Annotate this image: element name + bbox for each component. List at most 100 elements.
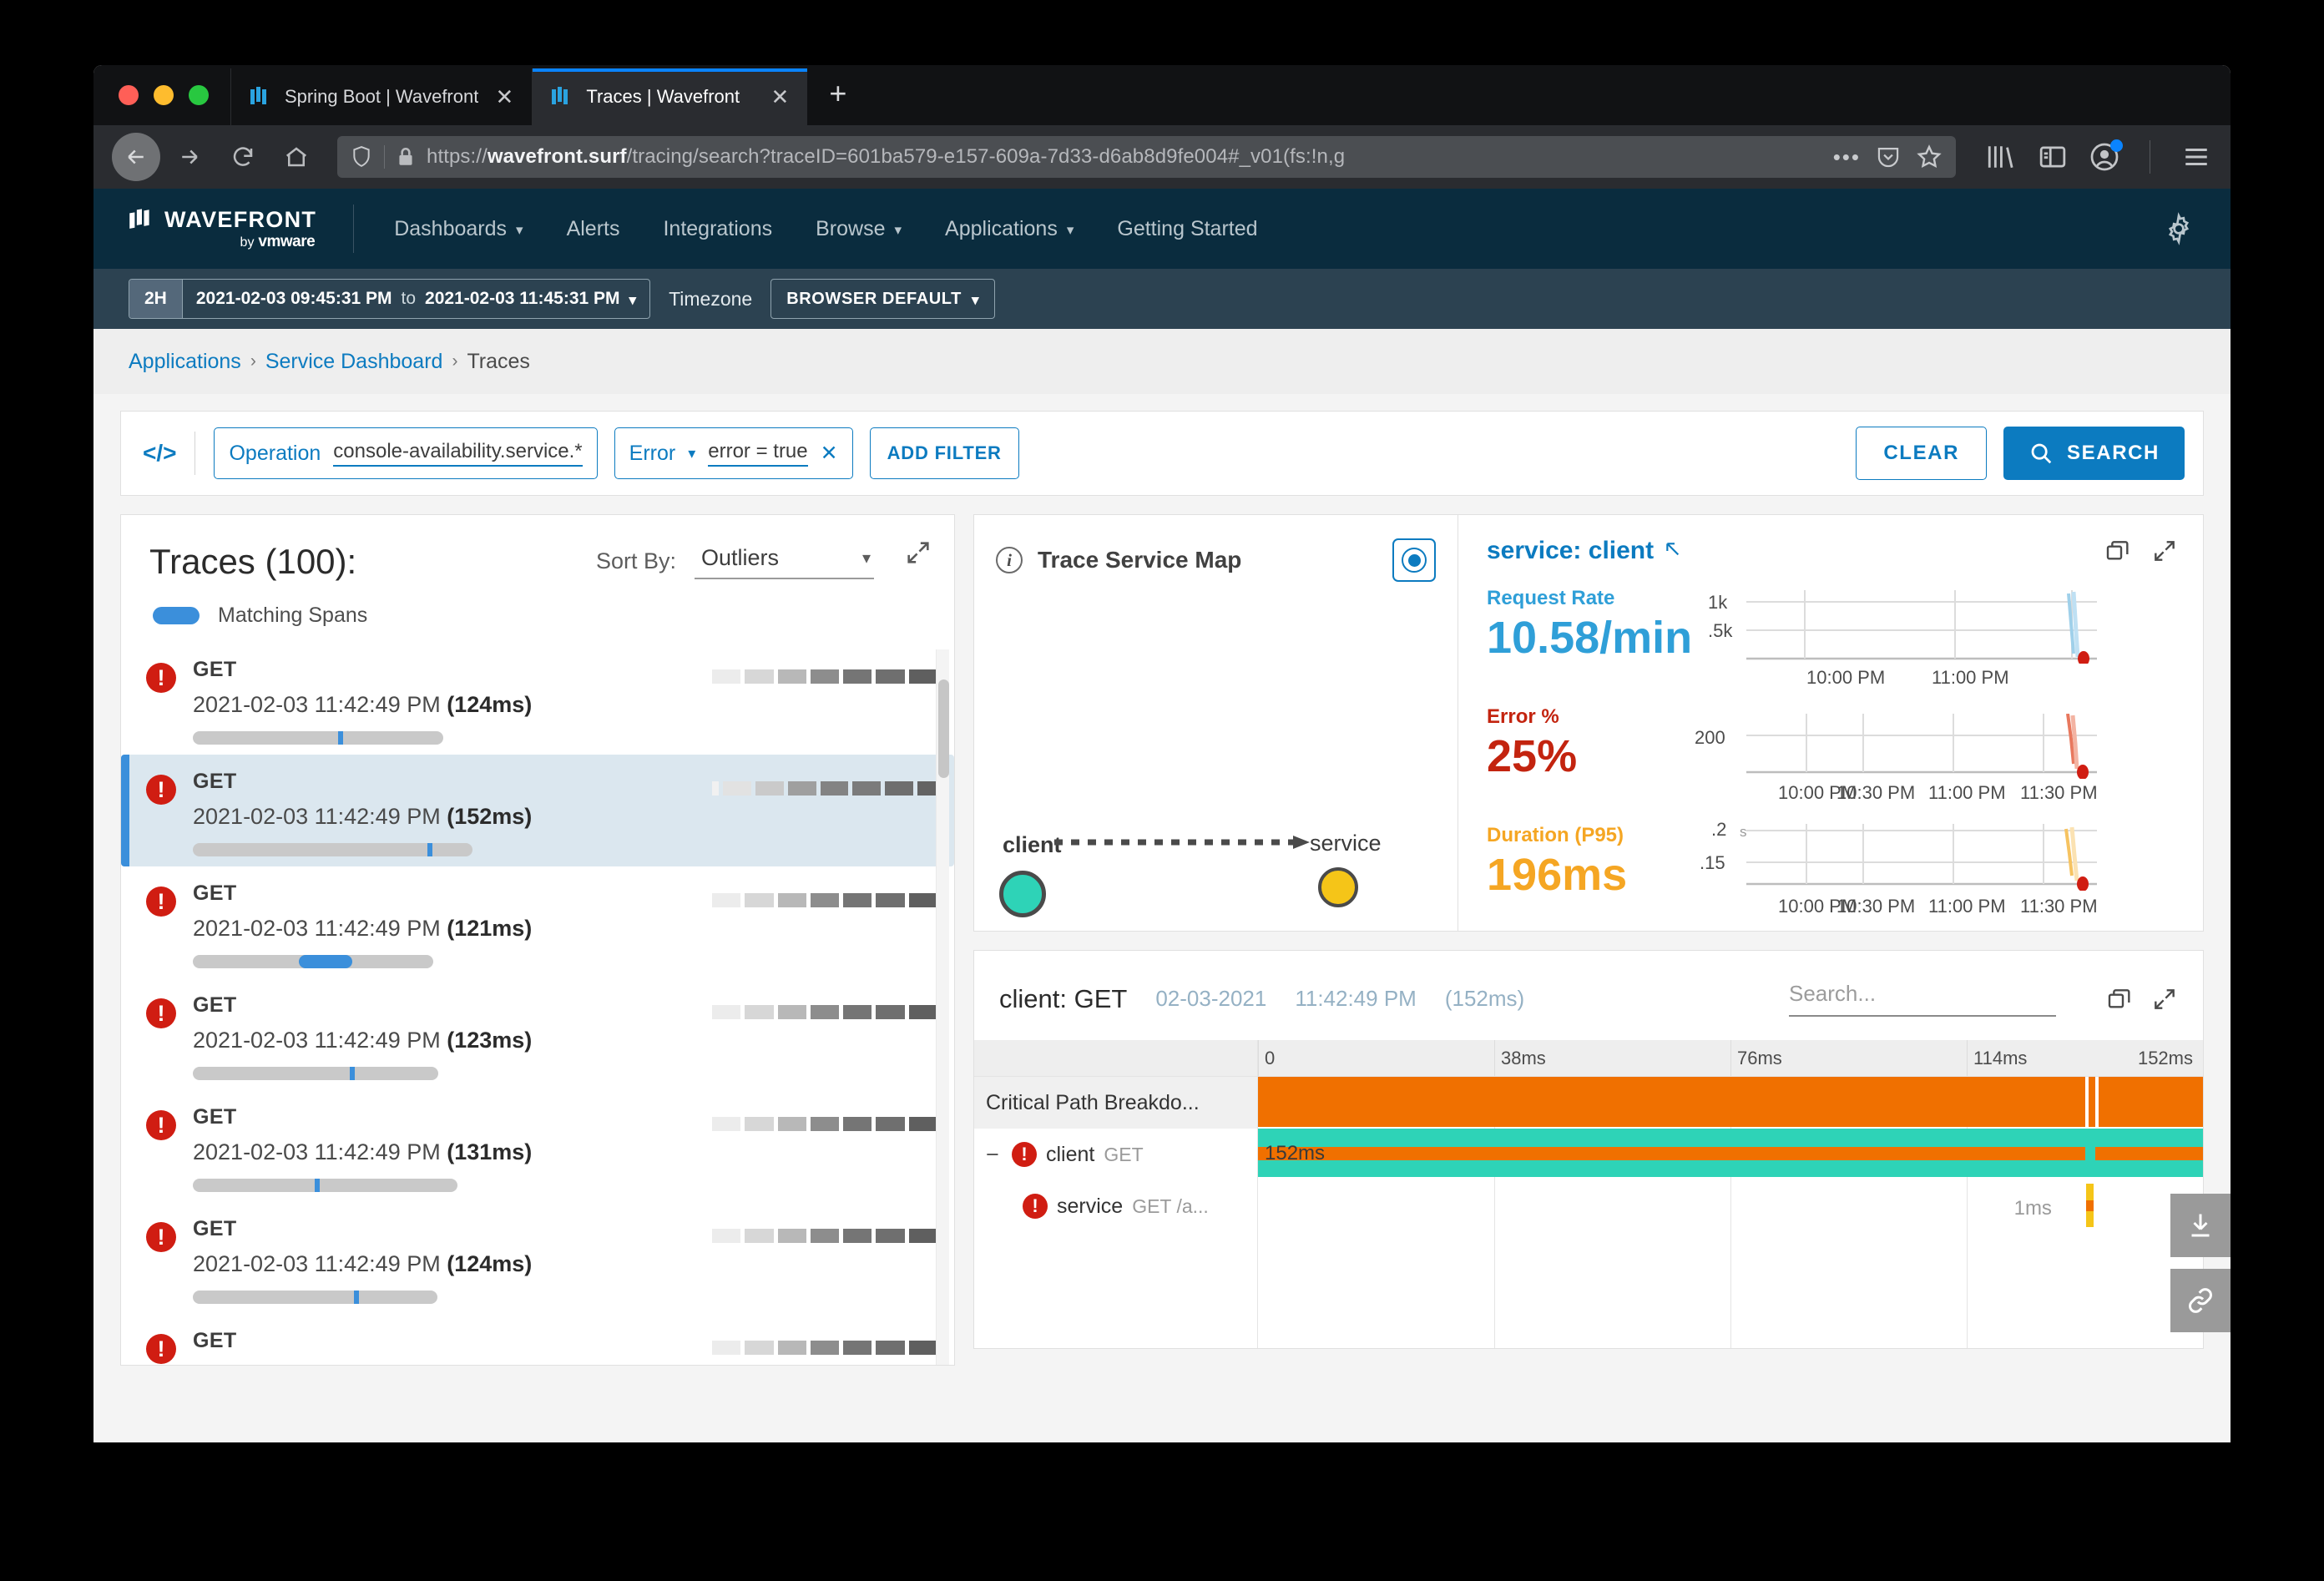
nav-item-label: Integrations [663,217,772,241]
span-row-critical-path[interactable]: Critical Path Breakdo... [974,1077,1257,1129]
trace-timeline-grid[interactable]: 0 38ms 76ms 114ms 152ms [1258,1040,2203,1348]
trace-list-scrollbar[interactable] [936,649,949,1365]
url-bar[interactable]: https://wavefront.surf/tracing/search?tr… [337,136,1956,178]
time-range-picker[interactable]: 2H 2021-02-03 09:45:31 PM to 2021-02-03 … [129,279,650,319]
ruler-tick-label: 76ms [1737,1048,1782,1069]
time-range-value[interactable]: 2021-02-03 09:45:31 PM to 2021-02-03 11:… [183,280,649,318]
info-icon[interactable]: i [996,547,1023,573]
trace-span-names: Critical Path Breakdo... − ! client GET … [974,1040,1258,1348]
nav-item-dashboards[interactable]: Dashboards ▾ [372,189,544,269]
clear-button[interactable]: CLEAR [1856,427,1987,480]
span-row-client[interactable]: − ! client GET [974,1129,1257,1180]
browser-window: Spring Boot | Wavefront ✕ Traces | Wavef… [93,65,2231,1442]
metric-sparkchart[interactable]: 1k .5k [1708,583,2178,684]
collapse-icon[interactable]: − [986,1142,1003,1168]
browser-tab-spring-boot[interactable]: Spring Boot | Wavefront ✕ [230,68,532,125]
focus-node-button[interactable] [1392,538,1436,582]
main-content: Traces (100): Sort By: Outliers ▾ [120,514,2204,1366]
duplicate-icon[interactable] [2104,538,2131,564]
home-button[interactable] [272,133,321,181]
chevron-down-icon[interactable]: ▾ [688,445,695,462]
sort-by-select[interactable]: Outliers ▾ [695,545,874,579]
filter-pill-operation[interactable]: Operation console-availability.service.* [214,427,597,479]
trace-search-input[interactable]: Search... [1789,981,2056,1017]
back-button[interactable] [112,133,160,181]
metric-sparkchart[interactable]: .2 s .15 [1708,821,2178,921]
search-button[interactable]: SEARCH [2003,427,2185,480]
metric-sparkchart[interactable]: 200 [1708,702,2178,802]
sidebar-icon[interactable] [2038,143,2068,171]
nav-item-alerts[interactable]: Alerts [545,189,642,269]
settings-button[interactable] [2162,212,2231,245]
service-node-label: service [1310,831,1382,856]
close-window-button[interactable] [119,85,139,105]
filter-value[interactable]: console-availability.service.* [333,440,582,467]
expand-icon[interactable] [2151,986,2178,1013]
tab-close-icon[interactable]: ✕ [767,86,792,108]
trace-list-item-selected[interactable]: ! GET 2021-02-03 11:42:49 PM (152ms) [121,755,954,866]
account-button[interactable] [2089,142,2119,172]
library-icon[interactable] [1984,143,2016,171]
expand-traces-button[interactable] [904,538,932,567]
trace-list-item[interactable]: ! GET 2021-02-03 11:42:49 PM (124ms) [121,1202,954,1314]
filter-key: Error [629,442,676,466]
request-rate-chart [1746,590,2097,664]
tab-close-icon[interactable]: ✕ [492,86,517,108]
x-tick-label: 11:00 PM [1928,782,2006,804]
remove-filter-icon[interactable]: ✕ [821,441,838,466]
scrollbar-thumb[interactable] [938,679,949,778]
trace-list-item[interactable]: ! GET 2021-02-03 11:42:49 PM (124ms) [121,643,954,755]
client-span-inner-bar [2095,1147,2203,1160]
trace-list-item[interactable]: ! GET 2021-02-03 11:42:49 PM (113ms) [121,1314,954,1365]
legend-label: Matching Spans [218,604,367,628]
metric-name: Error % [1487,705,1708,729]
minimize-window-button[interactable] [154,85,174,105]
copy-link-button[interactable] [2170,1269,2231,1332]
external-link-icon[interactable] [1664,540,1685,562]
filter-value[interactable]: error = true [708,440,807,467]
error-indicator: ! [129,1105,193,1192]
breadcrumb-service-dashboard[interactable]: Service Dashboard [265,350,443,374]
code-editor-icon[interactable]: </> [143,440,195,467]
trace-list-item[interactable]: ! GET 2021-02-03 11:42:49 PM (123ms) [121,978,954,1090]
add-filter-button[interactable]: ADD FILTER [870,427,1019,479]
breadcrumb-applications[interactable]: Applications [129,350,241,374]
shield-icon[interactable] [351,144,372,169]
trace-summary-panel: i Trace Service Map client [973,514,2204,932]
hamburger-menu-icon[interactable] [2180,143,2212,171]
span-operation: GET [1104,1144,1143,1166]
time-preset-label[interactable]: 2H [129,280,183,318]
wavefront-favicon-icon [551,86,573,108]
trace-list-item[interactable]: ! GET 2021-02-03 11:42:49 PM (121ms) [121,866,954,978]
forward-button[interactable] [165,133,214,181]
trace-list[interactable]: ! GET 2021-02-03 11:42:49 PM (124ms) [121,634,954,1365]
nav-item-integrations[interactable]: Integrations [641,189,794,269]
timezone-select[interactable]: BROWSER DEFAULT ▾ [770,279,995,319]
duplicate-icon[interactable] [2106,986,2133,1013]
expand-icon[interactable] [2151,538,2178,564]
service-metrics-title[interactable]: service: client [1487,537,1654,565]
download-button[interactable] [2170,1194,2231,1257]
trace-span-tick [350,1067,355,1080]
page-actions-icon[interactable]: ••• [1833,146,1861,168]
service-span-inner-bar [2086,1200,2094,1211]
trace-list-item[interactable]: ! GET 2021-02-03 11:42:49 PM (131ms) [121,1090,954,1202]
trace-duration-bar [193,731,443,745]
service-map-canvas[interactable]: client service [974,590,1458,931]
nav-item-browse[interactable]: Browse ▾ [794,189,923,269]
nav-item-getting-started[interactable]: Getting Started [1095,189,1279,269]
breadcrumb-current: Traces [467,350,529,374]
new-tab-button[interactable]: + [807,78,868,125]
maximize-window-button[interactable] [189,85,209,105]
reload-button[interactable] [219,133,267,181]
nav-item-applications[interactable]: Applications ▾ [923,189,1095,269]
chevron-down-icon: ▾ [894,222,902,239]
error-indicator: ! [129,658,193,745]
browser-tab-traces[interactable]: Traces | Wavefront ✕ [532,68,807,125]
bookmark-star-icon[interactable] [1916,144,1943,170]
span-row-service[interactable]: ! service GET /a... [974,1180,1257,1232]
filter-pill-error[interactable]: Error ▾ error = true ✕ [614,427,853,479]
logo-text: WAVEFRONT [164,207,316,233]
pocket-icon[interactable] [1876,144,1901,170]
app-logo[interactable]: WAVEFRONT by vmware [129,206,353,251]
